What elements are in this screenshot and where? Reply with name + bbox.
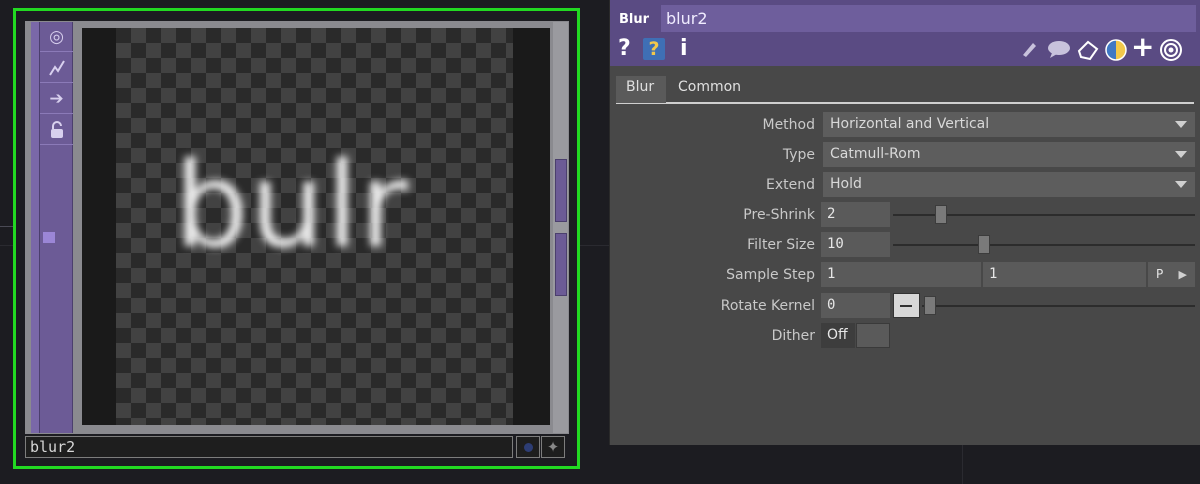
param-tabs: Blur Common xyxy=(616,70,1194,104)
minus-icon xyxy=(900,305,912,307)
sparkle-icon: ✦ xyxy=(546,438,560,456)
op-name-field[interactable]: blur2 xyxy=(661,5,1196,32)
blur-node[interactable]: ◎ ➔ bulr blur2 ✦ xyxy=(13,8,580,469)
preshrink-label: Pre-Shrink xyxy=(743,207,815,223)
parameter-panel: Blur blur2 ? ? i + Blur Common Method Ho… xyxy=(609,0,1200,445)
info-icon[interactable]: i xyxy=(680,37,688,61)
rotatekernel-slider-handle[interactable] xyxy=(924,296,936,315)
bypass-icon[interactable] xyxy=(40,53,73,83)
op-type-label: Blur xyxy=(619,12,650,27)
grid-line xyxy=(962,445,963,484)
viewer-blurred-text: bulr xyxy=(174,136,409,274)
node-name-field[interactable]: blur2 xyxy=(25,436,513,458)
samplestep-field-1[interactable]: 1 xyxy=(821,262,981,287)
rotatekernel-slider-track[interactable] xyxy=(922,305,1195,307)
clone-icon[interactable] xyxy=(1076,39,1100,67)
rotatekernel-label: Rotate Kernel xyxy=(720,298,815,314)
transparency-checkerboard: bulr xyxy=(116,28,513,425)
target-icon[interactable] xyxy=(1159,38,1183,68)
node-pin-button[interactable]: ✦ xyxy=(541,436,565,458)
output-connector-top[interactable] xyxy=(555,159,567,222)
network-editor: ◎ ➔ bulr blur2 ✦ Blur blur2 ? ? i + Blur… xyxy=(0,0,1200,484)
triangle-right-icon: ▶ xyxy=(1178,268,1187,281)
arrow-right-icon[interactable]: ➔ xyxy=(40,84,73,114)
edit-icon[interactable] xyxy=(1020,40,1040,64)
type-dropdown[interactable]: Catmull-Rom xyxy=(823,142,1195,167)
type-value: Catmull-Rom xyxy=(830,146,921,162)
filtersize-slider-handle[interactable] xyxy=(978,235,990,254)
method-value: Horizontal and Vertical xyxy=(830,116,990,132)
viewer-active-icon[interactable]: ◎ xyxy=(40,22,73,52)
method-dropdown[interactable]: Horizontal and Vertical xyxy=(823,112,1195,137)
chevron-down-icon xyxy=(1175,181,1187,188)
comment-icon[interactable] xyxy=(1047,40,1071,64)
dither-toggle-button[interactable] xyxy=(856,323,890,348)
extend-dropdown[interactable]: Hold xyxy=(823,172,1195,197)
samplestep-p-button[interactable]: P ▶ xyxy=(1148,262,1195,287)
lock-icon[interactable] xyxy=(40,115,73,145)
python-icon[interactable] xyxy=(1104,38,1128,68)
extend-value: Hold xyxy=(830,176,862,192)
method-label: Method xyxy=(762,117,815,133)
node-input-strip xyxy=(31,22,40,433)
rotatekernel-field[interactable]: 0 xyxy=(821,293,890,318)
filtersize-field[interactable]: 10 xyxy=(821,232,890,257)
chevron-down-icon xyxy=(1175,151,1187,158)
extend-label: Extend xyxy=(766,177,815,193)
node-right-scroll xyxy=(553,22,568,433)
python-help-icon[interactable]: ? xyxy=(643,38,665,60)
node-viewer[interactable]: bulr xyxy=(82,28,550,425)
type-label: Type xyxy=(782,147,815,163)
tab-common[interactable]: Common xyxy=(668,76,751,103)
dither-label: Dither xyxy=(771,328,815,344)
help-icon[interactable]: ? xyxy=(618,37,631,61)
add-icon[interactable]: + xyxy=(1131,33,1154,61)
filtersize-label: Filter Size xyxy=(747,237,815,253)
panel-header: Blur blur2 ? ? i + xyxy=(610,0,1200,66)
node-flag-button[interactable] xyxy=(516,436,540,458)
preshrink-slider-handle[interactable] xyxy=(935,205,947,224)
samplestep-field-2[interactable]: 1 xyxy=(983,262,1146,287)
preshrink-field[interactable]: 2 xyxy=(821,202,890,227)
filtersize-slider-track[interactable] xyxy=(893,244,1195,246)
samplestep-label: Sample Step xyxy=(726,267,815,283)
input-connector[interactable] xyxy=(43,232,55,243)
chevron-down-icon xyxy=(1175,121,1187,128)
output-connector-bottom[interactable] xyxy=(555,233,567,296)
rotatekernel-mode-button[interactable] xyxy=(893,293,920,318)
tab-blur[interactable]: Blur xyxy=(616,76,666,103)
p-label: P xyxy=(1156,267,1164,281)
dither-toggle-label[interactable]: Off xyxy=(821,323,855,348)
circle-icon xyxy=(523,442,533,452)
